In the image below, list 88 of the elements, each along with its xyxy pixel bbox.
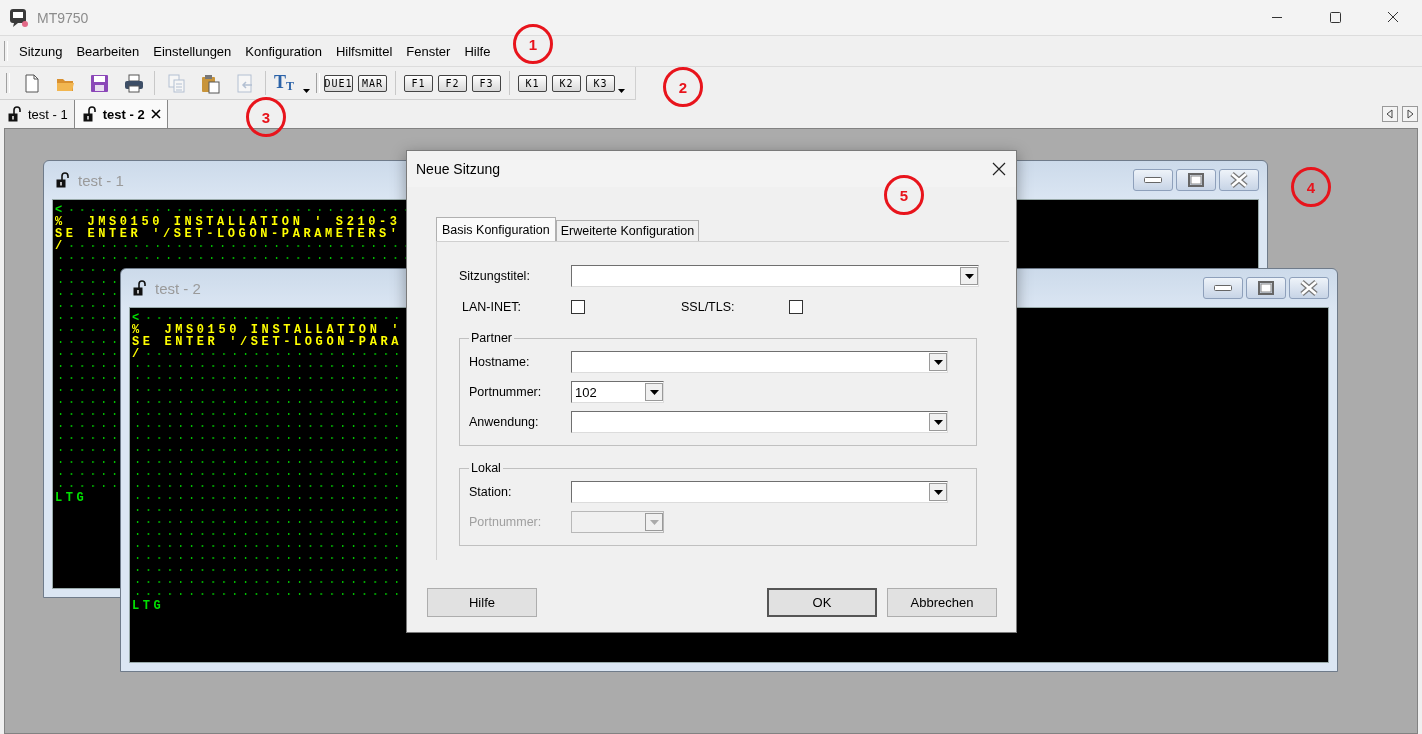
dropdown-arrow-icon — [933, 419, 943, 425]
dialog-button[interactable]: OK — [767, 588, 877, 617]
callout-number: 5 — [884, 175, 924, 215]
combo-box[interactable] — [571, 351, 948, 373]
field-label: Portnummer: — [469, 385, 543, 399]
field-label: LAN-INET: — [461, 300, 523, 314]
dropdown-arrow-icon — [933, 489, 943, 495]
status-text: LTG — [132, 599, 165, 613]
padlock-icon — [82, 106, 97, 122]
close-icon — [1300, 280, 1318, 296]
menu-item[interactable]: Sitzung — [12, 40, 70, 62]
key-button[interactable]: F3 — [472, 74, 501, 92]
scroll-right-icon[interactable] — [1402, 106, 1418, 122]
maximize-icon — [1258, 281, 1274, 295]
callout-number: 1 — [513, 24, 553, 64]
dropdown-arrow-icon — [933, 359, 943, 365]
scroll-left-icon[interactable] — [1382, 106, 1398, 122]
field-label: Station: — [469, 485, 513, 499]
combo-box[interactable] — [571, 481, 948, 503]
field-label: Portnummer: — [469, 515, 543, 529]
terminal-line: < — [55, 203, 66, 217]
caret-icon[interactable] — [617, 89, 625, 93]
minimize-button[interactable] — [1203, 277, 1243, 299]
app-logo-icon — [9, 7, 29, 28]
key-button[interactable]: MAR — [358, 74, 387, 92]
group-title: Lokal — [470, 461, 502, 475]
terminal-line: / — [55, 239, 66, 253]
window-title: test - 1 — [78, 171, 124, 189]
terminal-line: SE ENTER '/SET-LOGON-PARA — [132, 335, 403, 349]
dialog-button[interactable]: Abbrechen — [887, 588, 997, 617]
printer-icon[interactable] — [122, 72, 144, 94]
minimize-icon — [1214, 285, 1232, 291]
dialog-tab[interactable]: Erweiterte Konfiguration — [555, 220, 700, 241]
field-label: Sitzungstitel: — [459, 269, 531, 283]
close-icon[interactable] — [150, 109, 161, 119]
field-label: Hostname: — [469, 355, 531, 369]
status-text: LTG — [55, 491, 88, 505]
combo-box[interactable]: 102 — [571, 381, 664, 403]
menu-item[interactable]: Konfiguration — [238, 40, 329, 62]
menu-item[interactable]: Einstellungen — [146, 40, 239, 62]
callout-number: 4 — [1291, 167, 1331, 207]
close-icon — [1230, 172, 1248, 188]
checkbox[interactable] — [789, 300, 803, 314]
key-button[interactable]: DUE1 — [324, 74, 353, 92]
group-title: Partner — [470, 331, 513, 345]
minimize-icon — [1144, 177, 1162, 183]
menu-item[interactable]: Hilfe — [457, 40, 498, 62]
minimize-button[interactable] — [1133, 169, 1173, 191]
key-button[interactable]: K3 — [586, 74, 615, 92]
combo-box[interactable] — [571, 265, 979, 287]
clipboard-icon[interactable] — [199, 72, 221, 94]
maximize-icon — [1188, 173, 1204, 187]
window-title: test - 2 — [155, 279, 201, 297]
close-button[interactable] — [1219, 169, 1259, 191]
dialog-title: Neue Sitzung — [416, 161, 501, 177]
menu-item[interactable]: Bearbeiten — [69, 40, 147, 62]
maximize-button[interactable] — [1246, 277, 1286, 299]
menu-item[interactable]: Hilfsmittel — [328, 40, 400, 62]
session-tab[interactable]: test - 2 — [74, 100, 168, 128]
key-button[interactable]: K1 — [518, 74, 547, 92]
app-title: MT9750 — [37, 9, 89, 26]
close-button[interactable] — [1289, 277, 1329, 299]
field-label: Anwendung: — [469, 415, 540, 429]
close-icon[interactable] — [992, 162, 1006, 176]
caret-icon[interactable] — [302, 89, 310, 93]
padlock-icon — [56, 172, 70, 188]
key-button[interactable]: F2 — [438, 74, 467, 92]
callout-number: 2 — [663, 67, 703, 107]
dropdown-arrow-icon — [649, 389, 659, 395]
field-label: SSL/TLS: — [681, 300, 736, 314]
terminal-line: SE ENTER '/SET-LOGON-PARAMETERS' — [55, 227, 401, 241]
key-button[interactable]: K2 — [552, 74, 581, 92]
callout-number: 3 — [246, 97, 286, 137]
dialog-button[interactable]: Hilfe — [427, 588, 537, 617]
maximize-button[interactable] — [1176, 169, 1216, 191]
terminal-line: % JMS0150 INSTALLATION ' S210-3 — [55, 215, 401, 229]
combo-box[interactable] — [571, 411, 948, 433]
terminal-line: / — [132, 347, 143, 361]
terminal-line: % JMS0150 INSTALLATION ' — [132, 323, 403, 337]
checkbox[interactable] — [571, 300, 585, 314]
dropdown-arrow-icon — [649, 519, 659, 525]
dropdown-arrow-icon — [964, 273, 974, 279]
dialog-tab[interactable]: Basis Konfiguration — [436, 217, 556, 241]
key-button[interactable]: F1 — [404, 74, 433, 92]
terminal-line: < — [132, 311, 143, 325]
padlock-icon — [133, 280, 147, 296]
menu-item[interactable]: Fenster — [399, 40, 458, 62]
padlock-icon — [8, 106, 22, 122]
